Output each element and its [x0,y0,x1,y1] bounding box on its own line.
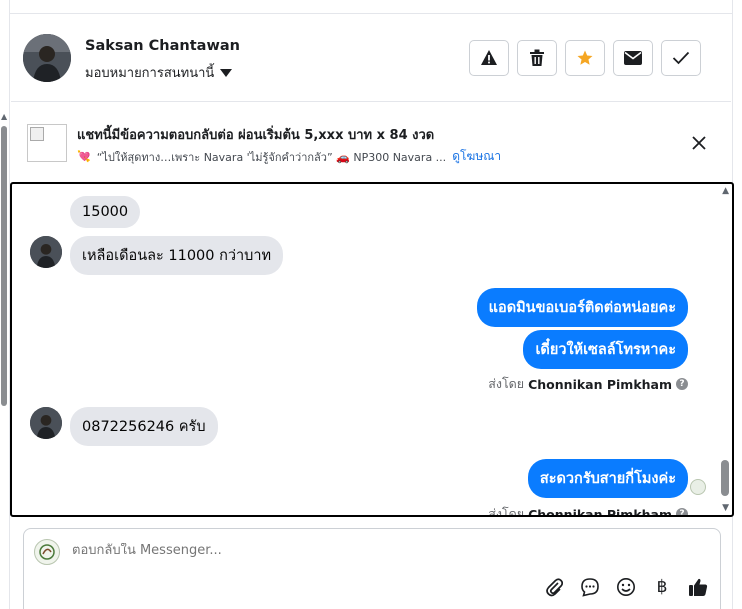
chat-bubble-icon [581,578,599,597]
paperclip-icon [546,578,563,597]
sent-by-prefix: ส่งโดย [488,506,525,517]
reply-composer: ฿ [23,528,721,609]
baht-icon: ฿ [656,577,668,597]
attach-button[interactable] [542,575,566,599]
close-ad-button[interactable] [689,133,709,153]
mail-icon [624,51,642,65]
left-panel-scrollbar[interactable]: ▲ [0,0,10,609]
sender-avatar [30,407,62,439]
smiley-icon [617,578,635,596]
close-icon [692,136,706,150]
scroll-down-arrow-icon[interactable]: ▼ [722,503,729,513]
saved-replies-button[interactable] [578,575,602,599]
sent-by-name: Chonnikan Pimkham [528,376,672,392]
incoming-message[interactable]: เหลือเดือนละ 11000 กว่าบาท [70,236,284,275]
reply-input[interactable] [72,543,672,558]
scrollbar-thumb[interactable] [1,126,7,406]
check-icon [672,51,690,65]
sent-by-label: ส่งโดย Chonnikan Pimkham ? [488,504,688,517]
scroll-up-arrow-icon[interactable]: ▲ [1,112,7,121]
outgoing-message[interactable]: สะดวกรับสายกี่โมงค่ะ [527,459,688,498]
caret-down-icon [220,68,233,77]
assign-label: มอบหมายการสนทนานี้ [85,66,215,81]
ad-subtitle: “ไปให้สุดทาง…เพราะ Navara 'ไม่รู้จักคำว่… [96,150,447,164]
mark-unread-button[interactable] [613,40,653,76]
emoji-button[interactable] [614,575,638,599]
heart-arrow-icon: 💘 [77,150,91,163]
seen-indicator-avatar [690,479,706,495]
contact-avatar[interactable] [23,34,71,82]
delete-button[interactable] [517,40,557,76]
help-icon[interactable]: ? [676,508,688,515]
ad-context-bar: แชทนี้มีข้อความตอบกลับต่อ ผ่อนเริ่มต้น 5… [11,103,731,182]
incoming-message[interactable]: 15000 [70,196,141,228]
ad-subtitle-row: 💘 “ไปให้สุดทาง…เพราะ Navara 'ไม่รู้จักคำ… [77,147,501,166]
ad-thumbnail[interactable] [27,124,67,162]
scrollbar-thumb[interactable] [721,460,729,496]
conversation-header: Saksan Chantawan มอบหมายการสนทนานี้ [11,14,731,102]
sent-by-name: Chonnikan Pimkham [528,506,672,517]
star-icon [577,50,593,65]
assign-conversation-dropdown[interactable]: มอบหมายการสนทนานี้ [85,62,233,83]
payment-button[interactable]: ฿ [650,575,674,599]
contact-name[interactable]: Saksan Chantawan [85,38,240,54]
mark-spam-button[interactable] [469,40,509,76]
ad-title: แชทนี้มีข้อความตอบกลับต่อ ผ่อนเริ่มต้น 5… [77,128,435,143]
help-icon[interactable]: ? [676,378,688,390]
outgoing-message[interactable]: เดี๋ยวให้เซลล์โทรหาคะ [523,330,688,369]
sender-avatar [30,236,62,268]
sent-by-prefix: ส่งโดย [488,376,525,391]
view-ad-link[interactable]: ดูโฆษณา [452,147,501,166]
mark-done-button[interactable] [661,40,701,76]
send-like-button[interactable] [686,575,710,599]
alert-icon [481,50,497,65]
message-thread[interactable]: 15000 เหลือเดือนละ 11000 กว่าบาท แอดมินข… [10,182,734,517]
page-avatar [34,539,60,565]
thumbs-up-icon [689,578,708,596]
trash-icon [530,49,544,66]
star-button[interactable] [565,40,605,76]
scroll-up-arrow-icon[interactable]: ▲ [722,186,729,196]
incoming-message[interactable]: 0872256246 ครับ [70,407,218,446]
outgoing-message[interactable]: แอดมินขอเบอร์ติดต่อหน่อยคะ [476,288,688,327]
sent-by-label: ส่งโดย Chonnikan Pimkham ? [488,374,688,394]
